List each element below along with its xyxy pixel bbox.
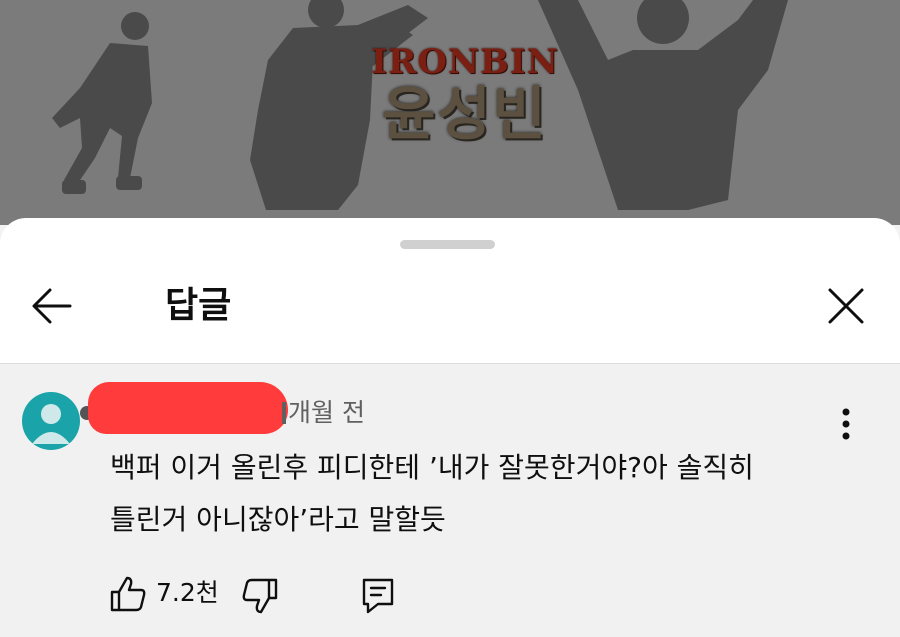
like-button[interactable] (108, 574, 148, 614)
comment-item: 개월 전 백퍼 이거 올린후 피디한테 ’내가 잘못한거야?아 솔직히 틀린거 … (0, 364, 900, 637)
comment-text: 백퍼 이거 올린후 피디한테 ’내가 잘못한거야?아 솔직히 틀린거 아니잖아’… (110, 442, 870, 546)
replies-sheet: 답글 개월 전 백퍼 이거 올린후 피디한테 ’내가 잘못한거야?아 솔직히 틀… (0, 218, 900, 637)
username-redaction (88, 382, 288, 434)
close-button[interactable] (822, 282, 870, 330)
more-options-button[interactable] (826, 400, 866, 448)
thumbs-down-icon (242, 578, 278, 614)
video-banner: IRONBIN 윤성빈 (0, 0, 900, 225)
sheet-drag-handle[interactable] (400, 240, 495, 249)
comment-time: 개월 전 (288, 398, 365, 427)
show-logo: IRONBIN 윤성빈 (345, 42, 585, 146)
close-icon (828, 288, 864, 324)
thumbs-up-icon (110, 576, 146, 612)
show-logo-title: IRONBIN (371, 42, 559, 82)
arrow-left-icon (32, 288, 72, 324)
show-logo-korean: 윤성빈 (381, 80, 549, 148)
avatar[interactable] (22, 392, 80, 450)
comment-text-line-2: 틀린거 아니잖아’라고 말할듯 (110, 503, 446, 536)
page-title: 답글 (165, 285, 232, 326)
more-vert-icon (842, 408, 850, 440)
comment-meta: 개월 전 (80, 382, 510, 444)
sheet-header: 답글 (0, 258, 900, 364)
time-number-fragment (282, 402, 286, 424)
dislike-button[interactable] (240, 576, 280, 616)
default-user-icon (32, 404, 70, 444)
like-count: 7.2천 (156, 578, 219, 607)
comment-reply-icon (362, 578, 394, 614)
reply-button[interactable] (358, 576, 398, 616)
comment-actions: 7.2천 (108, 570, 508, 618)
back-button[interactable] (28, 282, 76, 330)
comment-text-line-1: 백퍼 이거 올린후 피디한테 ’내가 잘못한거야?아 솔직히 (110, 451, 754, 484)
person-silhouette-left (52, 12, 152, 194)
